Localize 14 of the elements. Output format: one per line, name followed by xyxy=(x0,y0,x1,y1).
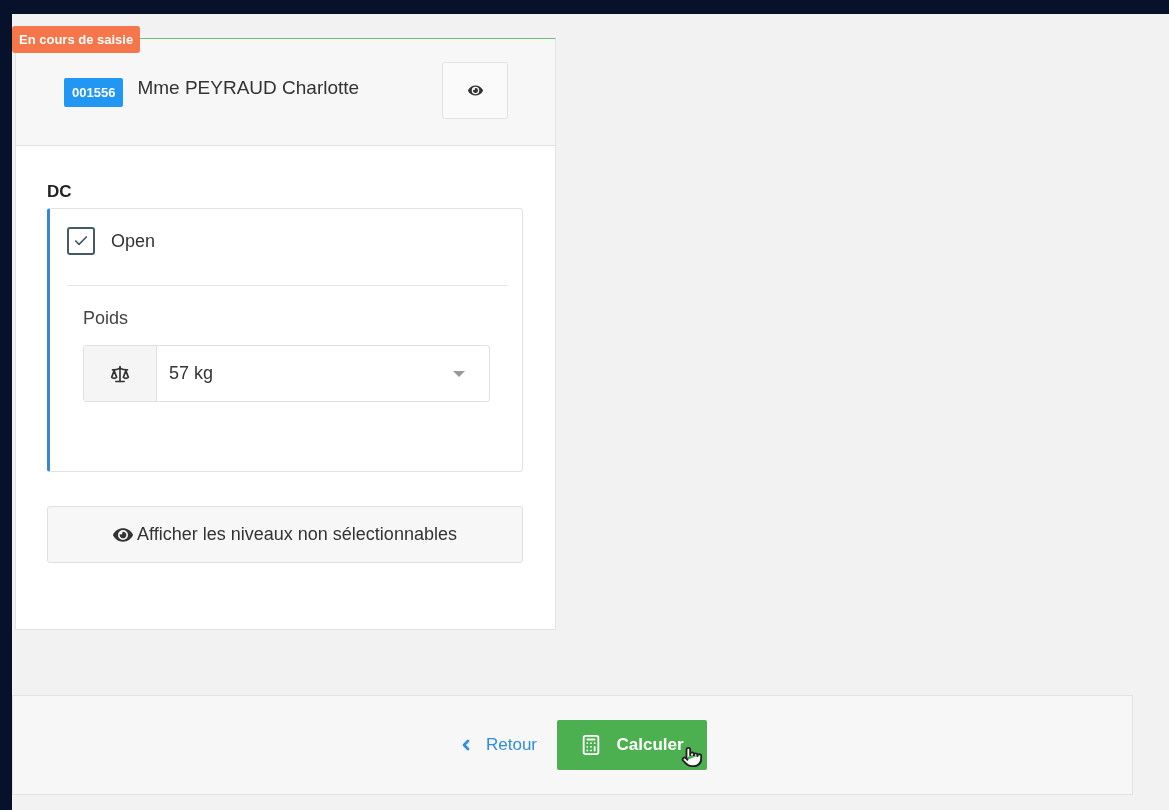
status-badge: En cours de saisie xyxy=(12,26,141,53)
weight-value: 57 kg xyxy=(169,363,214,384)
patient-name: Mme PEYRAUD Charlotte xyxy=(137,77,361,99)
show-levels-button[interactable]: Afficher les niveaux non sélectionnables xyxy=(47,506,523,563)
option-label: Open xyxy=(111,230,156,252)
scale-icon xyxy=(110,363,130,384)
patient-id: 001556 xyxy=(64,77,124,107)
eye-icon xyxy=(467,83,483,98)
field-label: Poids xyxy=(83,308,130,329)
weight-select[interactable]: 57 kg xyxy=(83,345,490,402)
caret-icon xyxy=(453,370,465,377)
checkbox[interactable] xyxy=(67,227,95,255)
view-button[interactable] xyxy=(442,62,508,119)
section-title: DC xyxy=(47,182,73,202)
